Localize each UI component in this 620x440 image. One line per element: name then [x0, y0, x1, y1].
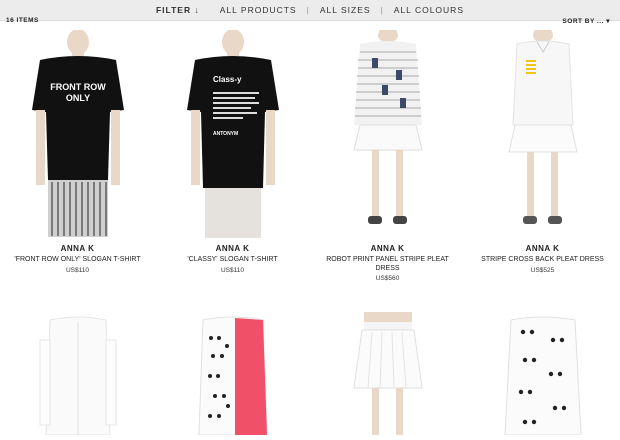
- product-price: US$525: [530, 266, 555, 274]
- product-brand[interactable]: ANNA K: [155, 244, 310, 253]
- tshirt-print-title: Class-y: [213, 75, 242, 84]
- product-image[interactable]: FRONT ROW ONLY: [0, 29, 155, 238]
- product-image[interactable]: [310, 27, 465, 238]
- product-brand[interactable]: ANNA K: [465, 244, 620, 253]
- filter-label: FILTER: [155, 5, 192, 15]
- product-image[interactable]: [310, 310, 465, 435]
- filter-bar: FILTER ↓ ALL PRODUCTS | ALL SIZES | ALL …: [0, 0, 620, 21]
- product-price: US$110: [220, 266, 244, 274]
- product-image[interactable]: [465, 27, 620, 238]
- product-card[interactable]: [0, 310, 155, 436]
- product-name[interactable]: STRIPE CROSS BACK PLEAT DRESS: [465, 256, 620, 265]
- product-image[interactable]: [0, 310, 155, 436]
- filter-button[interactable]: FILTER ↓: [146, 5, 210, 15]
- filter-arrow-icon: ↓: [194, 5, 200, 15]
- tshirt-print-line1: FRONT ROW: [50, 82, 106, 92]
- product-image[interactable]: [155, 310, 310, 436]
- product-card[interactable]: [155, 310, 310, 436]
- sort-by-dropdown[interactable]: SORT BY ... ▾: [562, 17, 610, 25]
- product-brand[interactable]: ANNA K: [0, 244, 155, 253]
- product-name[interactable]: 'FRONT ROW ONLY' SLOGAN T-SHIRT: [0, 256, 155, 265]
- product-name[interactable]: 'CLASSY' SLOGAN T-SHIRT: [155, 256, 310, 265]
- tshirt-print-line2: ONLY: [66, 93, 90, 103]
- all-products-dropdown[interactable]: ALL PRODUCTS: [210, 5, 307, 15]
- tshirt-print-antonym: ANTONYM: [213, 131, 238, 137]
- product-card[interactable]: Class-y ANTONYM ANNA K 'CLASSY' SLOGAN T…: [155, 29, 310, 274]
- item-count: 16 ITEMS: [6, 17, 39, 24]
- product-price: US$110: [65, 266, 89, 274]
- all-sizes-dropdown[interactable]: ALL SIZES: [310, 5, 381, 15]
- all-colours-dropdown[interactable]: ALL COLOURS: [384, 5, 474, 15]
- product-name[interactable]: ROBOT PRINT PANEL STRIPE PLEAT DRESS: [310, 256, 465, 273]
- product-card[interactable]: ANNA K STRIPE CROSS BACK PLEAT DRESS US$…: [465, 27, 620, 274]
- product-card[interactable]: FRONT ROW ONLY ANNA K 'FRONT ROW ONLY' S…: [0, 29, 155, 274]
- product-card[interactable]: [310, 310, 465, 435]
- product-price: US$560: [375, 275, 400, 282]
- product-card[interactable]: [465, 310, 620, 436]
- product-card[interactable]: ANNA K ROBOT PRINT PANEL STRIPE PLEAT DR…: [310, 27, 465, 282]
- product-brand[interactable]: ANNA K: [310, 244, 465, 253]
- product-image[interactable]: [465, 310, 620, 436]
- product-image[interactable]: Class-y ANTONYM: [155, 29, 310, 238]
